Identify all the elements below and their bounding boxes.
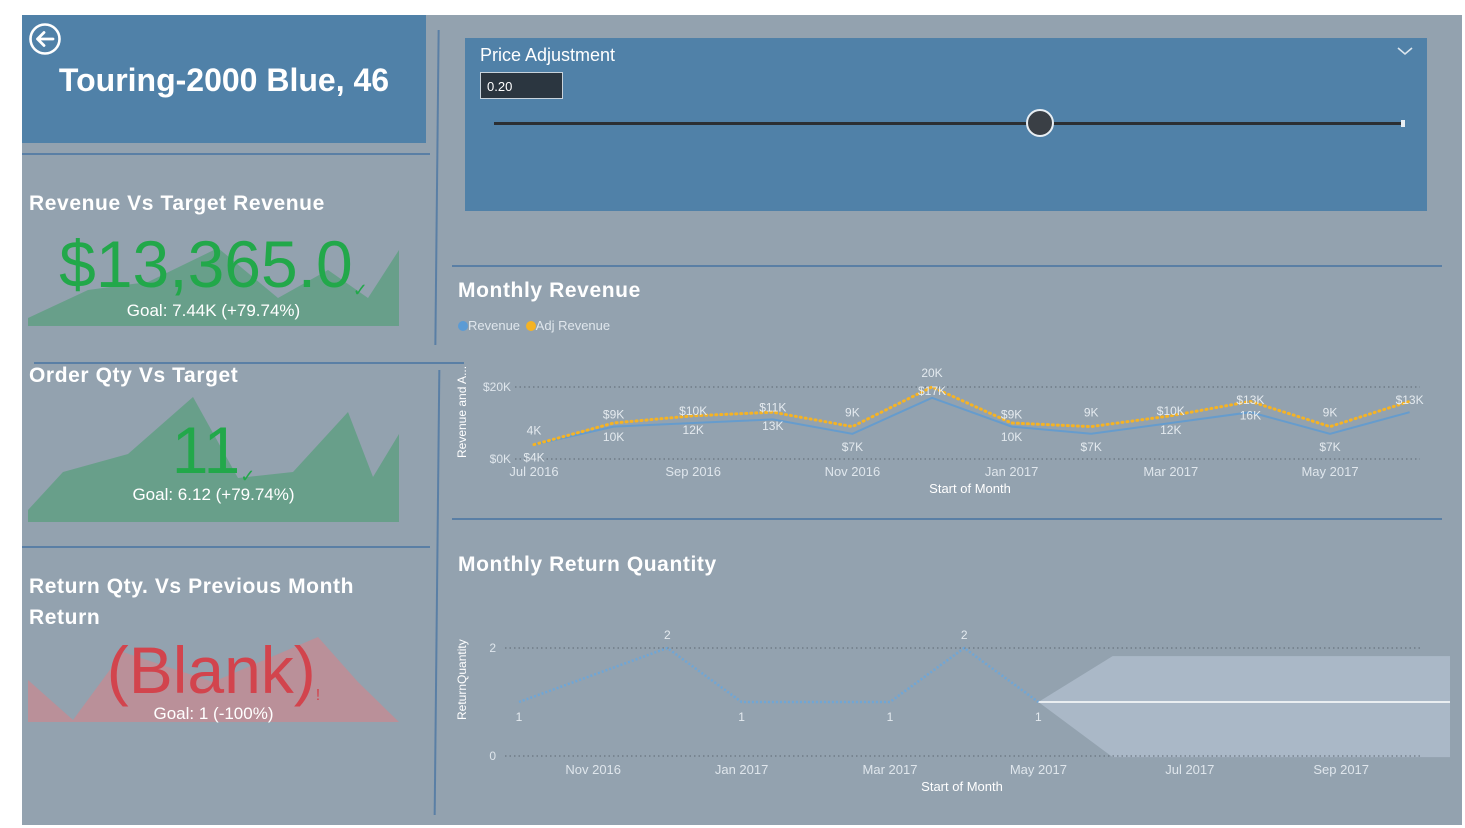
slicer-value-input[interactable]: 0.20 <box>480 72 563 99</box>
return-qty-value-text: (Blank) <box>106 633 316 707</box>
order-qty-kpi-value: 11✓ <box>28 412 399 488</box>
return-qty-kpi-value: (Blank)! <box>28 632 399 708</box>
order-qty-kpi-title: Order Qty Vs Target <box>29 364 239 387</box>
legend-label-revenue: Revenue <box>468 318 521 333</box>
revenue-data-label: $13K <box>1396 393 1424 407</box>
y-tick-label: 0 <box>489 749 496 763</box>
adj-revenue-data-label: 16K <box>1240 408 1261 422</box>
slider-end-marker <box>1401 120 1405 127</box>
revenue-kpi-title: Revenue Vs Target Revenue <box>29 192 325 215</box>
revenue-data-label: $9K <box>603 408 624 422</box>
x-tick-label: Jan 2017 <box>985 464 1039 479</box>
legend-dot-revenue <box>458 321 468 331</box>
slider-thumb[interactable] <box>1026 109 1054 137</box>
return-qty-data-label: 1 <box>887 710 894 724</box>
order-qty-value-text: 11 <box>171 413 241 487</box>
return-qty-kpi-title-line1: Return Qty. Vs Previous Month <box>29 575 355 598</box>
return-qty-data-label: 2 <box>961 628 968 642</box>
revenue-data-label: $4K <box>523 451 544 465</box>
y-axis-title: Revenue and A... <box>455 366 469 458</box>
slider-track[interactable] <box>494 122 1404 125</box>
x-axis-title: Start of Month <box>929 481 1011 496</box>
adj-revenue-data-label: 4K <box>527 424 542 438</box>
monthly-revenue-title: Monthly Revenue <box>458 279 641 302</box>
adj-revenue-data-label: 9K <box>845 406 860 420</box>
return-qty-kpi-title-line2: Return <box>29 606 101 629</box>
x-tick-label: May 2017 <box>1301 464 1358 479</box>
revenue-data-label: $10K <box>679 404 707 418</box>
legend-label-adj-revenue: Adj Revenue <box>535 318 611 333</box>
x-tick-label: Nov 2016 <box>825 464 881 479</box>
revenue-data-label: $7K <box>1319 440 1340 454</box>
y-axis-title: ReturnQuantity <box>455 639 469 720</box>
y-tick-label: $0K <box>490 452 511 466</box>
revenue-value-text: $13,365.0 <box>59 227 353 301</box>
revenue-kpi-value: $13,365.0✓ <box>28 226 399 302</box>
x-tick-label: Nov 2016 <box>565 762 621 777</box>
revenue-legend: Revenue Adj Revenue <box>458 318 610 333</box>
monthly-return-title: Monthly Return Quantity <box>458 553 717 576</box>
x-tick-label: Mar 2017 <box>863 762 918 777</box>
x-tick-label: Jan 2017 <box>715 762 769 777</box>
adj-revenue-data-label: 12K <box>683 423 704 437</box>
revenue-data-label: $7K <box>842 440 863 454</box>
return-qty-data-label: 1 <box>516 710 523 724</box>
adj-revenue-data-label: 10K <box>603 430 624 444</box>
slicer-title: Price Adjustment <box>480 45 616 65</box>
divider <box>452 518 1442 520</box>
adj-revenue-data-label: 9K <box>1323 406 1338 420</box>
adj-revenue-data-label: 9K <box>1084 406 1099 420</box>
product-title: Touring-2000 Blue, 46 <box>58 62 390 98</box>
y-tick-label: $20K <box>483 380 511 394</box>
adj-revenue-data-label: 13K <box>762 419 783 433</box>
legend-dot-adj-revenue <box>525 321 536 331</box>
revenue-data-label: $11K <box>759 400 786 414</box>
x-tick-label: Jul 2017 <box>1165 762 1214 777</box>
warning-icon: ! <box>315 687 321 704</box>
back-arrow-icon[interactable] <box>28 22 62 56</box>
return-qty-data-label: 2 <box>664 628 671 642</box>
return-qty-data-label: 1 <box>1035 710 1042 724</box>
x-tick-label: Jul 2016 <box>509 464 558 479</box>
check-icon: ✓ <box>240 466 256 486</box>
x-axis-title: Start of Month <box>921 779 1003 794</box>
divider <box>452 265 1442 267</box>
chevron-down-icon[interactable] <box>1396 44 1414 58</box>
adj-revenue-data-label: 20K <box>921 366 942 380</box>
x-tick-label: Sep 2016 <box>665 464 721 479</box>
revenue-data-label: $7K <box>1081 440 1102 454</box>
x-tick-label: May 2017 <box>1010 762 1067 777</box>
revenue-data-label: $10K <box>1157 404 1185 418</box>
adj-revenue-data-label: 10K <box>1001 430 1022 444</box>
divider <box>22 153 430 155</box>
revenue-goal: Goal: 7.44K (+79.74%) <box>126 301 301 320</box>
return-qty-line <box>518 646 1040 704</box>
revenue-data-label: $9K <box>1001 408 1022 422</box>
monthly-revenue-chart[interactable]: $0K $20K Jul 2016 Sep 2016 Nov 2016 Jan 2017 M… <box>450 340 1450 510</box>
order-qty-goal: Goal: 6.12 (+79.74%) <box>132 485 295 504</box>
monthly-return-chart[interactable]: 0 2 Nov 2016 Jan 2017 Mar 2017 May 2017 Jul 20… <box>450 585 1450 800</box>
x-tick-label: Sep 2017 <box>1313 762 1369 777</box>
return-qty-goal: Goal: 1 (-100%) <box>153 704 274 723</box>
adj-revenue-data-label: 12K <box>1160 423 1181 437</box>
y-tick-label: 2 <box>489 641 496 655</box>
adj-revenue-line <box>532 385 1412 447</box>
revenue-data-label: $13K <box>1236 393 1264 407</box>
revenue-data-label: $17K <box>918 384 946 398</box>
x-tick-label: Mar 2017 <box>1143 464 1198 479</box>
return-qty-data-label: 1 <box>738 710 745 724</box>
check-icon: ✓ <box>352 280 368 300</box>
forecast-band <box>1038 656 1450 758</box>
divider <box>22 546 430 548</box>
